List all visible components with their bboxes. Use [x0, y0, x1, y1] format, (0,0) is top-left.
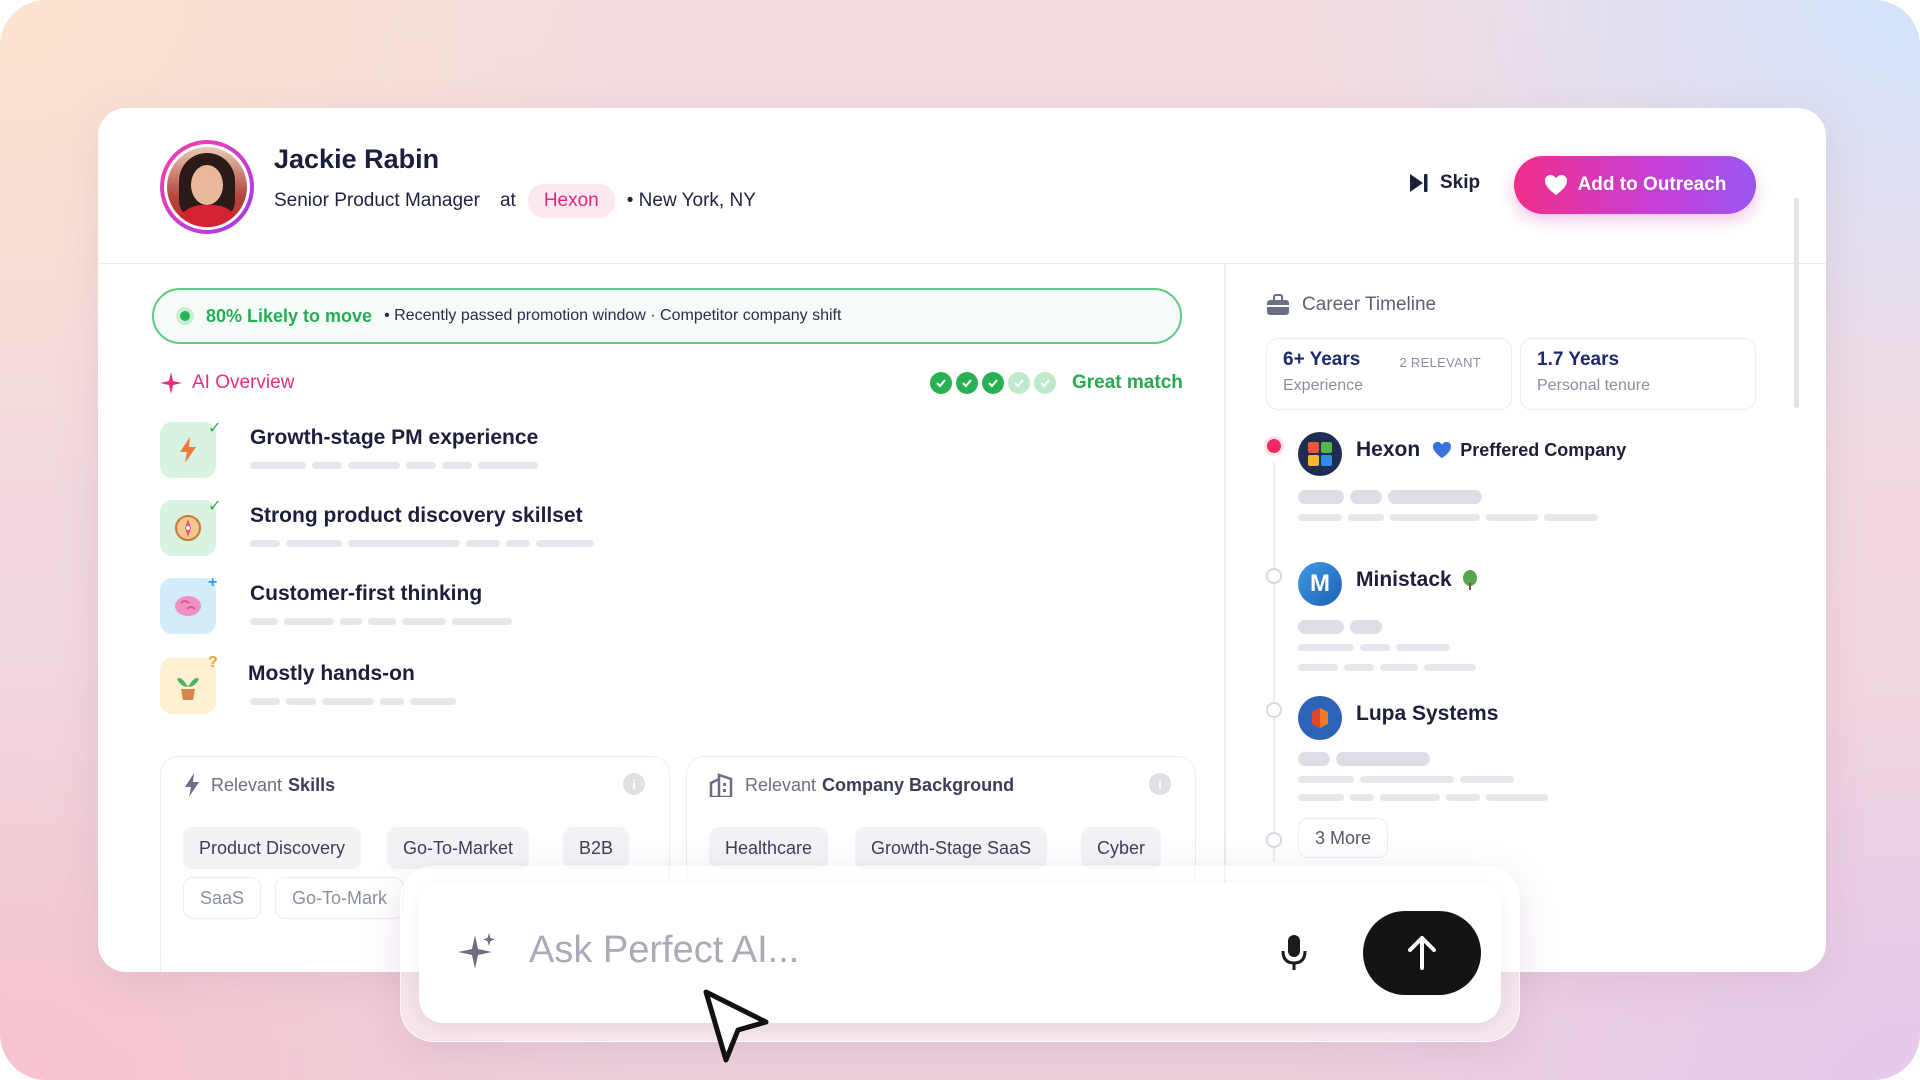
lightning-icon	[185, 773, 199, 797]
overview-item-title: Customer-first thinking	[250, 582, 483, 605]
skip-button[interactable]: Skip	[1408, 172, 1480, 194]
check-icon	[930, 372, 952, 394]
placeholder-bars	[250, 698, 456, 705]
company-chip[interactable]: Healthcare	[709, 827, 829, 869]
lupa-systems-logo-icon	[1298, 696, 1342, 740]
experience-stat: 6+ Years Experience 2 RELEVANT	[1266, 338, 1512, 410]
panel-title: Relevant Company Background	[709, 773, 1014, 797]
more-companies-button[interactable]: 3 More	[1298, 818, 1389, 858]
briefcase-icon	[1267, 294, 1289, 315]
panel-title: Relevant Skills	[183, 773, 335, 797]
skip-label: Skip	[1440, 172, 1481, 193]
hexon-logo-icon	[1298, 432, 1342, 476]
timeline-dot-current	[1264, 436, 1284, 456]
likely-to-move-banner: 80% Likely to move • Recently passed pro…	[152, 288, 1182, 344]
timeline-dot	[1266, 568, 1282, 584]
sparkle-icon	[160, 372, 182, 394]
timeline-company[interactable]: Hexon Preffered Company	[1356, 438, 1626, 462]
check-badge-icon: ✓	[208, 498, 222, 515]
likely-to-move-label: 80% Likely to move	[206, 305, 373, 326]
preferred-company-tag: Preffered Company	[1460, 439, 1627, 460]
question-badge-icon: ?	[208, 654, 218, 671]
timeline-line	[1273, 462, 1275, 862]
candidate-name: Jackie Rabin	[274, 144, 440, 174]
status-dot-icon	[176, 307, 194, 325]
ask-ai-bar: Ask Perfect AI...	[400, 866, 1520, 1042]
ai-overview-label: AI Overview	[192, 372, 295, 393]
avatar-photo	[167, 147, 247, 227]
placeholder-bars	[1298, 794, 1548, 801]
placeholder-bars	[1298, 644, 1450, 651]
mouse-cursor-icon	[703, 989, 769, 1063]
check-badge-icon: ✓	[208, 420, 222, 437]
company-chip[interactable]: Cyber	[1081, 827, 1162, 869]
candidate-subline: Senior Product Manager at Hexon • New Yo…	[274, 184, 756, 218]
building-icon	[709, 773, 733, 797]
skill-chip[interactable]: SaaS	[183, 877, 262, 919]
skill-chip[interactable]: B2B	[563, 827, 630, 869]
info-icon[interactable]: i	[1149, 773, 1171, 795]
avatar[interactable]	[160, 140, 254, 234]
ministack-logo-icon: M	[1298, 562, 1342, 606]
skill-chip[interactable]: Go-To-Mark	[275, 877, 405, 919]
move-reasons: • Recently passed promotion window · Com…	[384, 307, 842, 324]
relevant-tag: 2 RELEVANT	[1399, 355, 1481, 370]
scrollbar[interactable]	[1794, 198, 1799, 408]
send-button[interactable]	[1363, 911, 1481, 995]
overview-item-title: Growth-stage PM experience	[250, 426, 539, 449]
placeholder-bars	[1298, 490, 1482, 504]
placeholder-bars	[1298, 620, 1382, 634]
microphone-icon[interactable]	[1279, 933, 1309, 973]
match-label: Great match	[1072, 372, 1183, 393]
placeholder-bars	[1298, 664, 1476, 671]
overview-item-title: Strong product discovery skillset	[250, 504, 583, 527]
overview-item-title: Mostly hands-on	[248, 662, 415, 685]
add-to-outreach-button[interactable]: Add to Outreach	[1514, 156, 1756, 214]
candidate-header: Jackie Rabin Senior Product Manager at H…	[98, 108, 1826, 264]
match-score: Great match	[930, 372, 1183, 394]
check-icon	[1008, 372, 1030, 394]
ask-ai-input-container[interactable]: Ask Perfect AI...	[419, 883, 1501, 1023]
skill-chip[interactable]: Go-To-Market	[387, 827, 530, 869]
at-label: at	[499, 190, 516, 211]
check-icon	[982, 372, 1004, 394]
timeline-dot	[1266, 702, 1282, 718]
plus-badge-icon: +	[208, 574, 218, 591]
skip-icon	[1410, 174, 1428, 192]
ai-overview-heading: AI Overview	[160, 372, 294, 394]
placeholder-bars	[1298, 752, 1430, 766]
heart-icon	[1433, 441, 1452, 459]
arrow-up-icon	[1408, 936, 1436, 970]
ask-ai-input[interactable]: Ask Perfect AI...	[529, 929, 799, 972]
placeholder-bars	[1298, 514, 1598, 521]
candidate-location: • New York, NY	[626, 190, 756, 211]
tree-icon	[1462, 570, 1477, 590]
tenure-stat: 1.7 Years Personal tenure	[1520, 338, 1756, 410]
company-pill[interactable]: Hexon	[527, 184, 615, 218]
sparkle-icon	[458, 933, 495, 969]
timeline-company[interactable]: Lupa Systems	[1356, 702, 1498, 726]
placeholder-bars	[250, 618, 512, 625]
outreach-label: Add to Outreach	[1577, 174, 1727, 195]
background-frame: Jackie Rabin Senior Product Manager at H…	[0, 0, 1920, 1080]
placeholder-bars	[1298, 776, 1514, 783]
career-timeline-heading: Career Timeline	[1266, 294, 1436, 316]
skill-chip[interactable]: Product Discovery	[183, 827, 362, 869]
placeholder-bars	[250, 540, 594, 547]
candidate-title: Senior Product Manager	[274, 190, 480, 211]
timeline-company[interactable]: Ministack	[1356, 568, 1478, 592]
company-chip[interactable]: Growth-Stage SaaS	[855, 827, 1048, 869]
placeholder-bars	[250, 462, 538, 469]
info-icon[interactable]: i	[623, 773, 645, 795]
check-icon	[1034, 372, 1056, 394]
timeline-dot	[1266, 832, 1282, 848]
candidate-card: Jackie Rabin Senior Product Manager at H…	[98, 108, 1826, 972]
check-icon	[956, 372, 978, 394]
heart-icon	[1544, 175, 1567, 195]
